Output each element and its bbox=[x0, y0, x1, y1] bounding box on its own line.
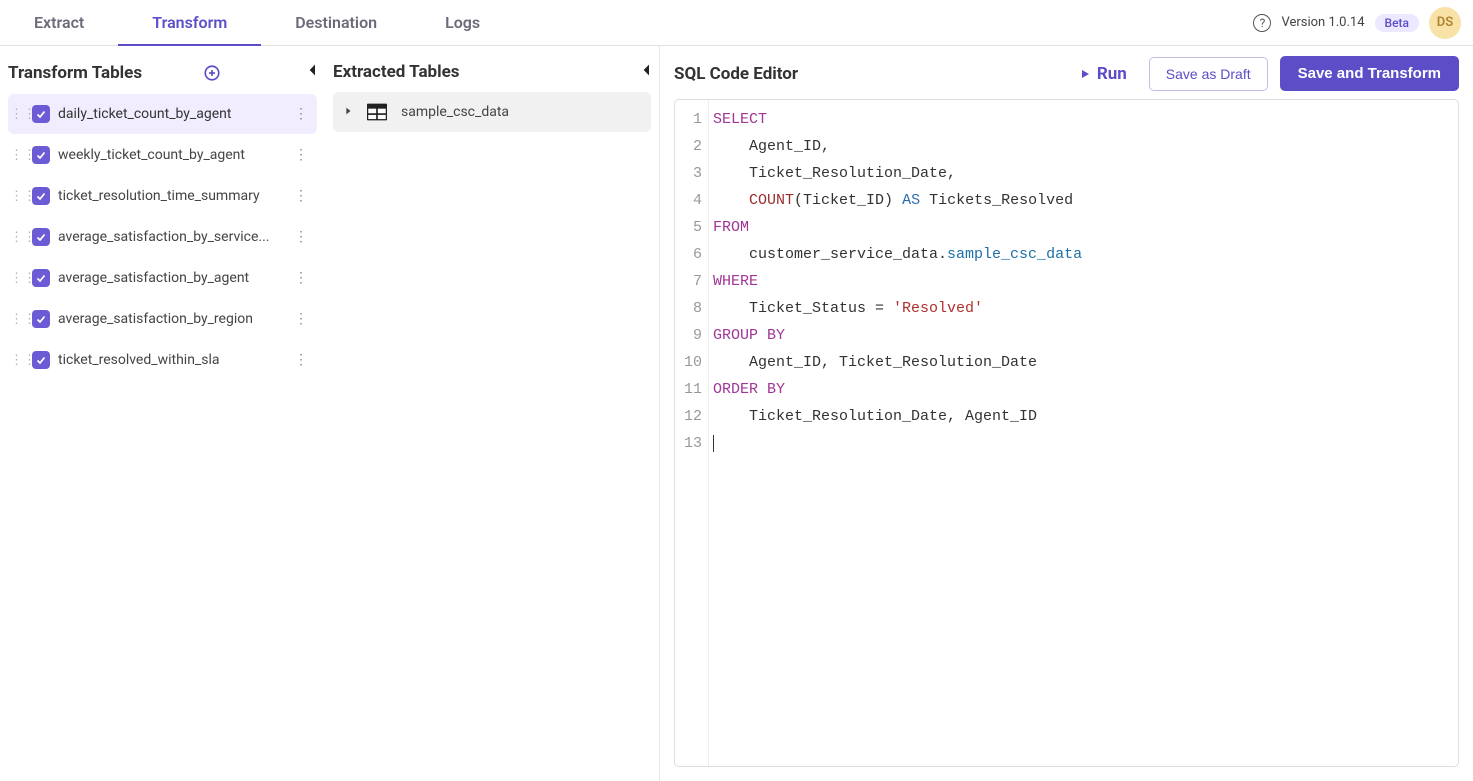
checkbox-icon[interactable] bbox=[32, 228, 50, 246]
transform-item-label: average_satisfaction_by_service... bbox=[58, 229, 283, 245]
chevron-right-icon[interactable] bbox=[343, 105, 353, 119]
collapse-transform-panel[interactable] bbox=[299, 56, 327, 84]
avatar[interactable]: DS bbox=[1429, 7, 1461, 39]
beta-badge: Beta bbox=[1375, 14, 1419, 32]
extracted-panel-title: Extracted Tables bbox=[333, 62, 460, 82]
drag-handle-icon[interactable]: ⋮⋮ bbox=[10, 189, 24, 204]
collapse-extracted-panel[interactable] bbox=[633, 56, 661, 84]
drag-handle-icon[interactable]: ⋮⋮ bbox=[10, 230, 24, 245]
transform-item[interactable]: ⋮⋮ ticket_resolved_within_sla ⋮ bbox=[8, 340, 317, 380]
more-menu-icon[interactable]: ⋮ bbox=[291, 229, 311, 245]
main-content: Transform Tables ⋮⋮daily_ticket_count_by… bbox=[0, 46, 1473, 781]
transform-item-label: ticket_resolution_time_summary bbox=[58, 188, 283, 204]
more-menu-icon[interactable]: ⋮ bbox=[291, 188, 311, 204]
topbar: Extract Transform Destination Logs ? Ver… bbox=[0, 0, 1473, 46]
drag-handle-icon[interactable]: ⋮⋮ bbox=[10, 353, 24, 368]
line-gutter: 12345678910111213 bbox=[675, 100, 709, 766]
version-label: Version 1.0.14 bbox=[1281, 15, 1364, 30]
transform-item[interactable]: ⋮⋮ average_satisfaction_by_agent ⋮ bbox=[8, 258, 317, 298]
play-icon bbox=[1079, 68, 1091, 80]
editor-actions: Run Save as Draft Save and Transform bbox=[1069, 56, 1459, 91]
tab-extract[interactable]: Extract bbox=[0, 0, 118, 45]
transform-item[interactable]: ⋮⋮ average_satisfaction_by_service... ⋮ bbox=[8, 217, 317, 257]
transform-item-label: average_satisfaction_by_agent bbox=[58, 270, 283, 286]
transform-item-label: weekly_ticket_count_by_agent bbox=[58, 147, 283, 163]
save-draft-button[interactable]: Save as Draft bbox=[1149, 57, 1268, 91]
run-button[interactable]: Run bbox=[1069, 58, 1137, 90]
checkbox-icon[interactable] bbox=[32, 187, 50, 205]
transform-item[interactable]: ⋮⋮ daily_ticket_count_by_agent ⋮ bbox=[8, 94, 317, 134]
extracted-item[interactable]: sample_csc_data bbox=[333, 92, 651, 132]
more-menu-icon[interactable]: ⋮ bbox=[291, 270, 311, 286]
extracted-list: sample_csc_data bbox=[333, 92, 651, 132]
transform-panel-title: Transform Tables bbox=[8, 63, 142, 83]
checkbox-icon[interactable] bbox=[32, 310, 50, 328]
topbar-right: ? Version 1.0.14 Beta DS bbox=[1253, 7, 1461, 39]
table-icon bbox=[367, 103, 387, 121]
editor-title: SQL Code Editor bbox=[674, 64, 798, 84]
more-menu-icon[interactable]: ⋮ bbox=[291, 352, 311, 368]
help-icon[interactable]: ? bbox=[1253, 14, 1271, 32]
checkbox-icon[interactable] bbox=[32, 269, 50, 287]
transform-item-label: average_satisfaction_by_region bbox=[58, 311, 283, 327]
more-menu-icon[interactable]: ⋮ bbox=[291, 147, 311, 163]
plus-circle-icon bbox=[203, 64, 221, 82]
tab-transform[interactable]: Transform bbox=[118, 0, 261, 45]
main-tabs: Extract Transform Destination Logs bbox=[0, 0, 514, 45]
save-transform-button[interactable]: Save and Transform bbox=[1280, 56, 1459, 91]
drag-handle-icon[interactable]: ⋮⋮ bbox=[10, 107, 24, 122]
chevron-left-icon bbox=[639, 62, 655, 78]
transform-item[interactable]: ⋮⋮ weekly_ticket_count_by_agent ⋮ bbox=[8, 135, 317, 175]
transform-item-label: ticket_resolved_within_sla bbox=[58, 352, 283, 368]
add-transform-button[interactable] bbox=[201, 62, 223, 84]
transform-item[interactable]: ⋮⋮ ticket_resolution_time_summary ⋮ bbox=[8, 176, 317, 216]
code-area[interactable]: SELECT Agent_ID, Ticket_Resolution_Date,… bbox=[709, 100, 1458, 766]
transform-tables-panel: Transform Tables ⋮⋮daily_ticket_count_by… bbox=[0, 46, 325, 781]
sql-editor-panel: SQL Code Editor Run Save as Draft Save a… bbox=[660, 46, 1473, 781]
transform-item[interactable]: ⋮⋮ average_satisfaction_by_region ⋮ bbox=[8, 299, 317, 339]
checkbox-icon[interactable] bbox=[32, 351, 50, 369]
more-menu-icon[interactable]: ⋮ bbox=[291, 311, 311, 327]
drag-handle-icon[interactable]: ⋮⋮ bbox=[10, 312, 24, 327]
chevron-left-icon bbox=[305, 62, 321, 78]
extracted-tables-panel: Extracted Tables sample_csc_data bbox=[325, 46, 660, 781]
drag-handle-icon[interactable]: ⋮⋮ bbox=[10, 148, 24, 163]
transform-list: ⋮⋮daily_ticket_count_by_agent⋮⋮⋮weekly_t… bbox=[8, 94, 317, 380]
checkbox-icon[interactable] bbox=[32, 146, 50, 164]
transform-item-label: daily_ticket_count_by_agent bbox=[58, 106, 283, 122]
drag-handle-icon[interactable]: ⋮⋮ bbox=[10, 271, 24, 286]
run-label: Run bbox=[1097, 64, 1127, 84]
extracted-item-label: sample_csc_data bbox=[401, 104, 509, 120]
checkbox-icon[interactable] bbox=[32, 105, 50, 123]
tab-destination[interactable]: Destination bbox=[261, 0, 411, 45]
code-editor[interactable]: 12345678910111213 SELECT Agent_ID, Ticke… bbox=[674, 99, 1459, 767]
more-menu-icon[interactable]: ⋮ bbox=[291, 106, 311, 122]
tab-logs[interactable]: Logs bbox=[411, 0, 514, 45]
